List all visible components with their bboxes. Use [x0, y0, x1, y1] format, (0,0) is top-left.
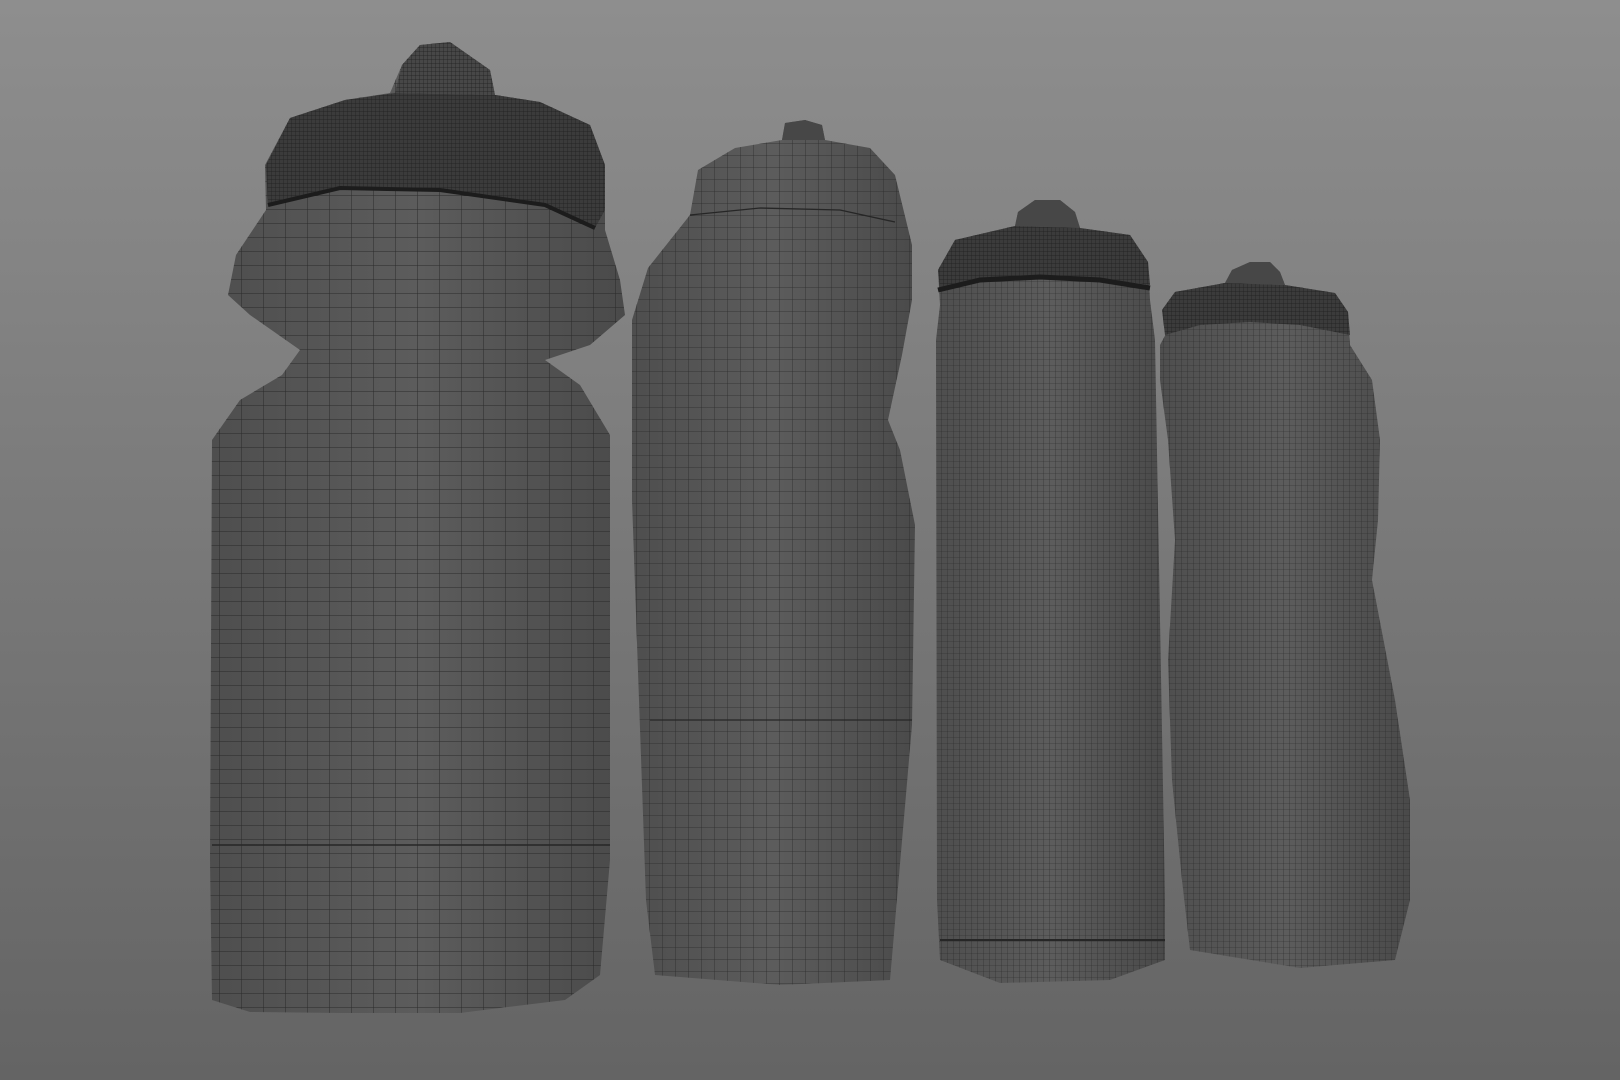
wireframe-render: [0, 0, 1620, 1080]
3d-viewport[interactable]: [0, 0, 1620, 1080]
bottle-c[interactable]: [936, 200, 1165, 983]
bottle-a[interactable]: [210, 42, 625, 1013]
bottle-b[interactable]: [632, 120, 915, 985]
